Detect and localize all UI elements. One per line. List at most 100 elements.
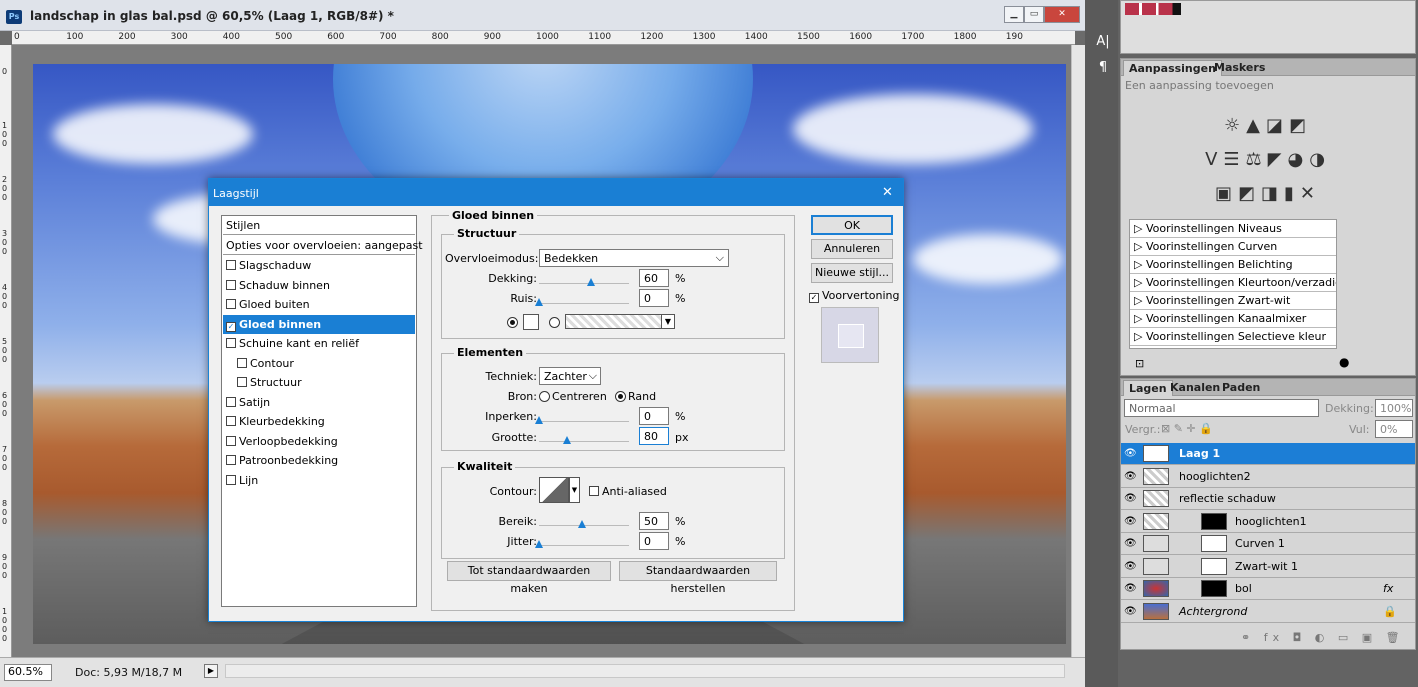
source-edge-radio[interactable]: Rand	[615, 390, 656, 403]
style-item[interactable]: Slagschaduw	[223, 256, 415, 275]
eye-icon[interactable]: 👁	[1124, 448, 1137, 459]
style-item[interactable]: Gloed buiten	[223, 295, 415, 314]
noise-field[interactable]: 0	[639, 289, 669, 307]
eye-icon[interactable]: 👁	[1124, 471, 1137, 482]
size-slider[interactable]	[539, 436, 629, 447]
range-slider[interactable]	[539, 520, 629, 531]
preset-item[interactable]: ▷ Voorinstellingen Kanaalmixer	[1130, 310, 1336, 328]
noise-slider[interactable]	[535, 298, 629, 309]
source-edge-radio-button[interactable]	[615, 391, 626, 402]
eye-icon[interactable]: 👁	[1124, 561, 1137, 572]
layer-row[interactable]: 👁 reflectie schaduw	[1121, 488, 1415, 510]
blend-mode-dropdown[interactable]: Bedekken ⌵	[539, 249, 729, 267]
color-radio-button[interactable]	[507, 317, 518, 328]
style-item[interactable]: Patroonbedekking	[223, 451, 415, 470]
choke-slider[interactable]	[535, 416, 629, 427]
eye-icon[interactable]: 👁	[1124, 583, 1137, 594]
gradient-dropdown-icon[interactable]: ▼	[661, 314, 675, 329]
range-field[interactable]: 50	[639, 512, 669, 530]
opacity-field[interactable]: 60	[639, 269, 669, 287]
choke-field[interactable]: 0	[639, 407, 669, 425]
layer-row[interactable]: 👁 Achtergrond 🔒	[1121, 600, 1415, 623]
style-checkbox[interactable]	[237, 377, 247, 387]
minimize-icon[interactable]: ▁	[1004, 6, 1024, 23]
style-item[interactable]: Structuur	[223, 373, 415, 392]
expand-arrow-icon[interactable]: ▷	[1134, 276, 1146, 289]
lock-icons[interactable]: ⊠ ✎ ✛ 🔒	[1161, 422, 1213, 435]
eye-icon[interactable]: 👁	[1124, 606, 1137, 617]
style-item[interactable]: Lijn	[223, 471, 415, 490]
vertical-scrollbar[interactable]	[1071, 45, 1085, 657]
reset-default-button[interactable]: Standaardwaarden herstellen	[619, 561, 777, 595]
layer-row[interactable]: 👁 Laag 1	[1121, 443, 1415, 465]
preset-item[interactable]: ▷ Voorinstellingen Zwart-wit	[1130, 292, 1336, 310]
expand-arrow-icon[interactable]: ▷	[1134, 330, 1146, 343]
style-checkbox[interactable]	[226, 455, 236, 465]
expand-arrow-icon[interactable]: ▷	[1134, 312, 1146, 325]
preset-item[interactable]: ▷ Voorinstellingen Kleurtoon/verzadiging	[1130, 274, 1336, 292]
noise-slider-knob[interactable]	[535, 298, 543, 306]
preset-item[interactable]: ▷ Voorinstellingen Niveaus	[1130, 220, 1336, 238]
layer-opacity-field[interactable]: 100%	[1375, 399, 1413, 417]
style-item[interactable]: Contour	[223, 354, 415, 373]
jitter-slider-knob[interactable]	[535, 540, 543, 548]
ok-button[interactable]: OK	[811, 215, 893, 235]
cancel-button[interactable]: Annuleren	[811, 239, 893, 259]
anti-aliased-box[interactable]	[589, 486, 599, 496]
style-checkbox[interactable]	[226, 260, 236, 270]
status-menu-arrow-icon[interactable]: ▶	[204, 664, 218, 678]
panel-footer-icon[interactable]: ⊡	[1135, 357, 1144, 370]
make-default-button[interactable]: Tot standaardwaarden maken	[447, 561, 611, 595]
dialog-close-icon[interactable]: ✕	[882, 185, 893, 200]
jitter-field[interactable]: 0	[639, 532, 669, 550]
close-icon[interactable]: ✕	[1044, 6, 1080, 23]
zoom-field[interactable]: 60.5%	[4, 664, 52, 681]
style-checkbox[interactable]	[226, 279, 236, 290]
style-item[interactable]: Schuine kant en reliëf	[223, 334, 415, 353]
glow-color-swatch[interactable]	[523, 314, 539, 330]
style-item[interactable]: Verloopbedekking	[223, 432, 415, 451]
document-titlebar[interactable]: Ps landschap in glas bal.psd @ 60,5% (La…	[0, 0, 1085, 31]
style-checkbox[interactable]: ✓	[226, 321, 236, 332]
expand-arrow-icon[interactable]: ▷	[1134, 240, 1146, 253]
swatches-panel[interactable]	[1120, 0, 1416, 54]
gradient-radio[interactable]	[549, 316, 562, 329]
size-field[interactable]: 80	[639, 427, 669, 445]
tab-aanpassingen[interactable]: Aanpassingen	[1123, 60, 1222, 76]
expand-arrow-icon[interactable]: ▷	[1134, 258, 1146, 271]
style-item[interactable]: ✓ Gloed binnen	[223, 314, 415, 334]
contour-picker[interactable]	[539, 477, 569, 503]
layer-row[interactable]: 👁 Zwart-wit 1	[1121, 555, 1415, 578]
layer-row[interactable]: 👁 hooglichten1	[1121, 510, 1415, 533]
preset-item[interactable]: ▷ Voorinstellingen Belichting	[1130, 256, 1336, 274]
style-checkbox[interactable]	[226, 416, 236, 426]
jitter-slider[interactable]	[535, 540, 629, 551]
gradient-picker[interactable]	[565, 314, 675, 329]
maximize-icon[interactable]: ▭	[1024, 6, 1044, 23]
styles-header[interactable]: Stijlen	[223, 216, 415, 235]
blend-options-item[interactable]: Opties voor overvloeien: aangepast	[223, 236, 423, 255]
layer-footer-icons[interactable]: ⚭ fx ◘ ◐ ▭ ▣ 🗑	[1241, 631, 1405, 644]
preview-checkbox[interactable]: ✓ Voorvertoning	[809, 289, 899, 303]
paragraph-panel-icon[interactable]: ¶	[1092, 60, 1114, 80]
adjustment-icons-row-1[interactable]: ☼▲◪◩	[1121, 115, 1415, 136]
blend-mode-select[interactable]: Normaal	[1124, 399, 1319, 417]
gradient-radio-button[interactable]	[549, 317, 560, 328]
dialog-titlebar[interactable]: Laagstijl	[209, 179, 903, 206]
tab-maskers[interactable]: Maskers	[1209, 60, 1270, 76]
style-checkbox[interactable]	[226, 435, 236, 446]
anti-aliased-checkbox[interactable]: Anti-aliased	[589, 485, 667, 498]
style-checkbox[interactable]	[226, 299, 236, 309]
eye-icon[interactable]: 👁	[1124, 493, 1137, 504]
preset-item[interactable]: ▷ Voorinstellingen Selectieve kleur	[1130, 328, 1336, 346]
choke-slider-knob[interactable]	[535, 416, 543, 424]
eye-icon[interactable]: 👁	[1124, 516, 1137, 527]
expand-arrow-icon[interactable]: ▷	[1134, 294, 1146, 307]
style-checkbox[interactable]	[226, 396, 236, 407]
style-checkbox[interactable]	[226, 338, 236, 348]
source-center-radio-button[interactable]	[539, 391, 550, 402]
tab-paden[interactable]: Paden	[1217, 380, 1265, 396]
layer-row[interactable]: 👁 Curven 1	[1121, 533, 1415, 555]
fx-badge[interactable]: fx	[1383, 582, 1393, 595]
adjustment-icons-row-2[interactable]: V☰⚖◤◕◑	[1121, 149, 1415, 170]
